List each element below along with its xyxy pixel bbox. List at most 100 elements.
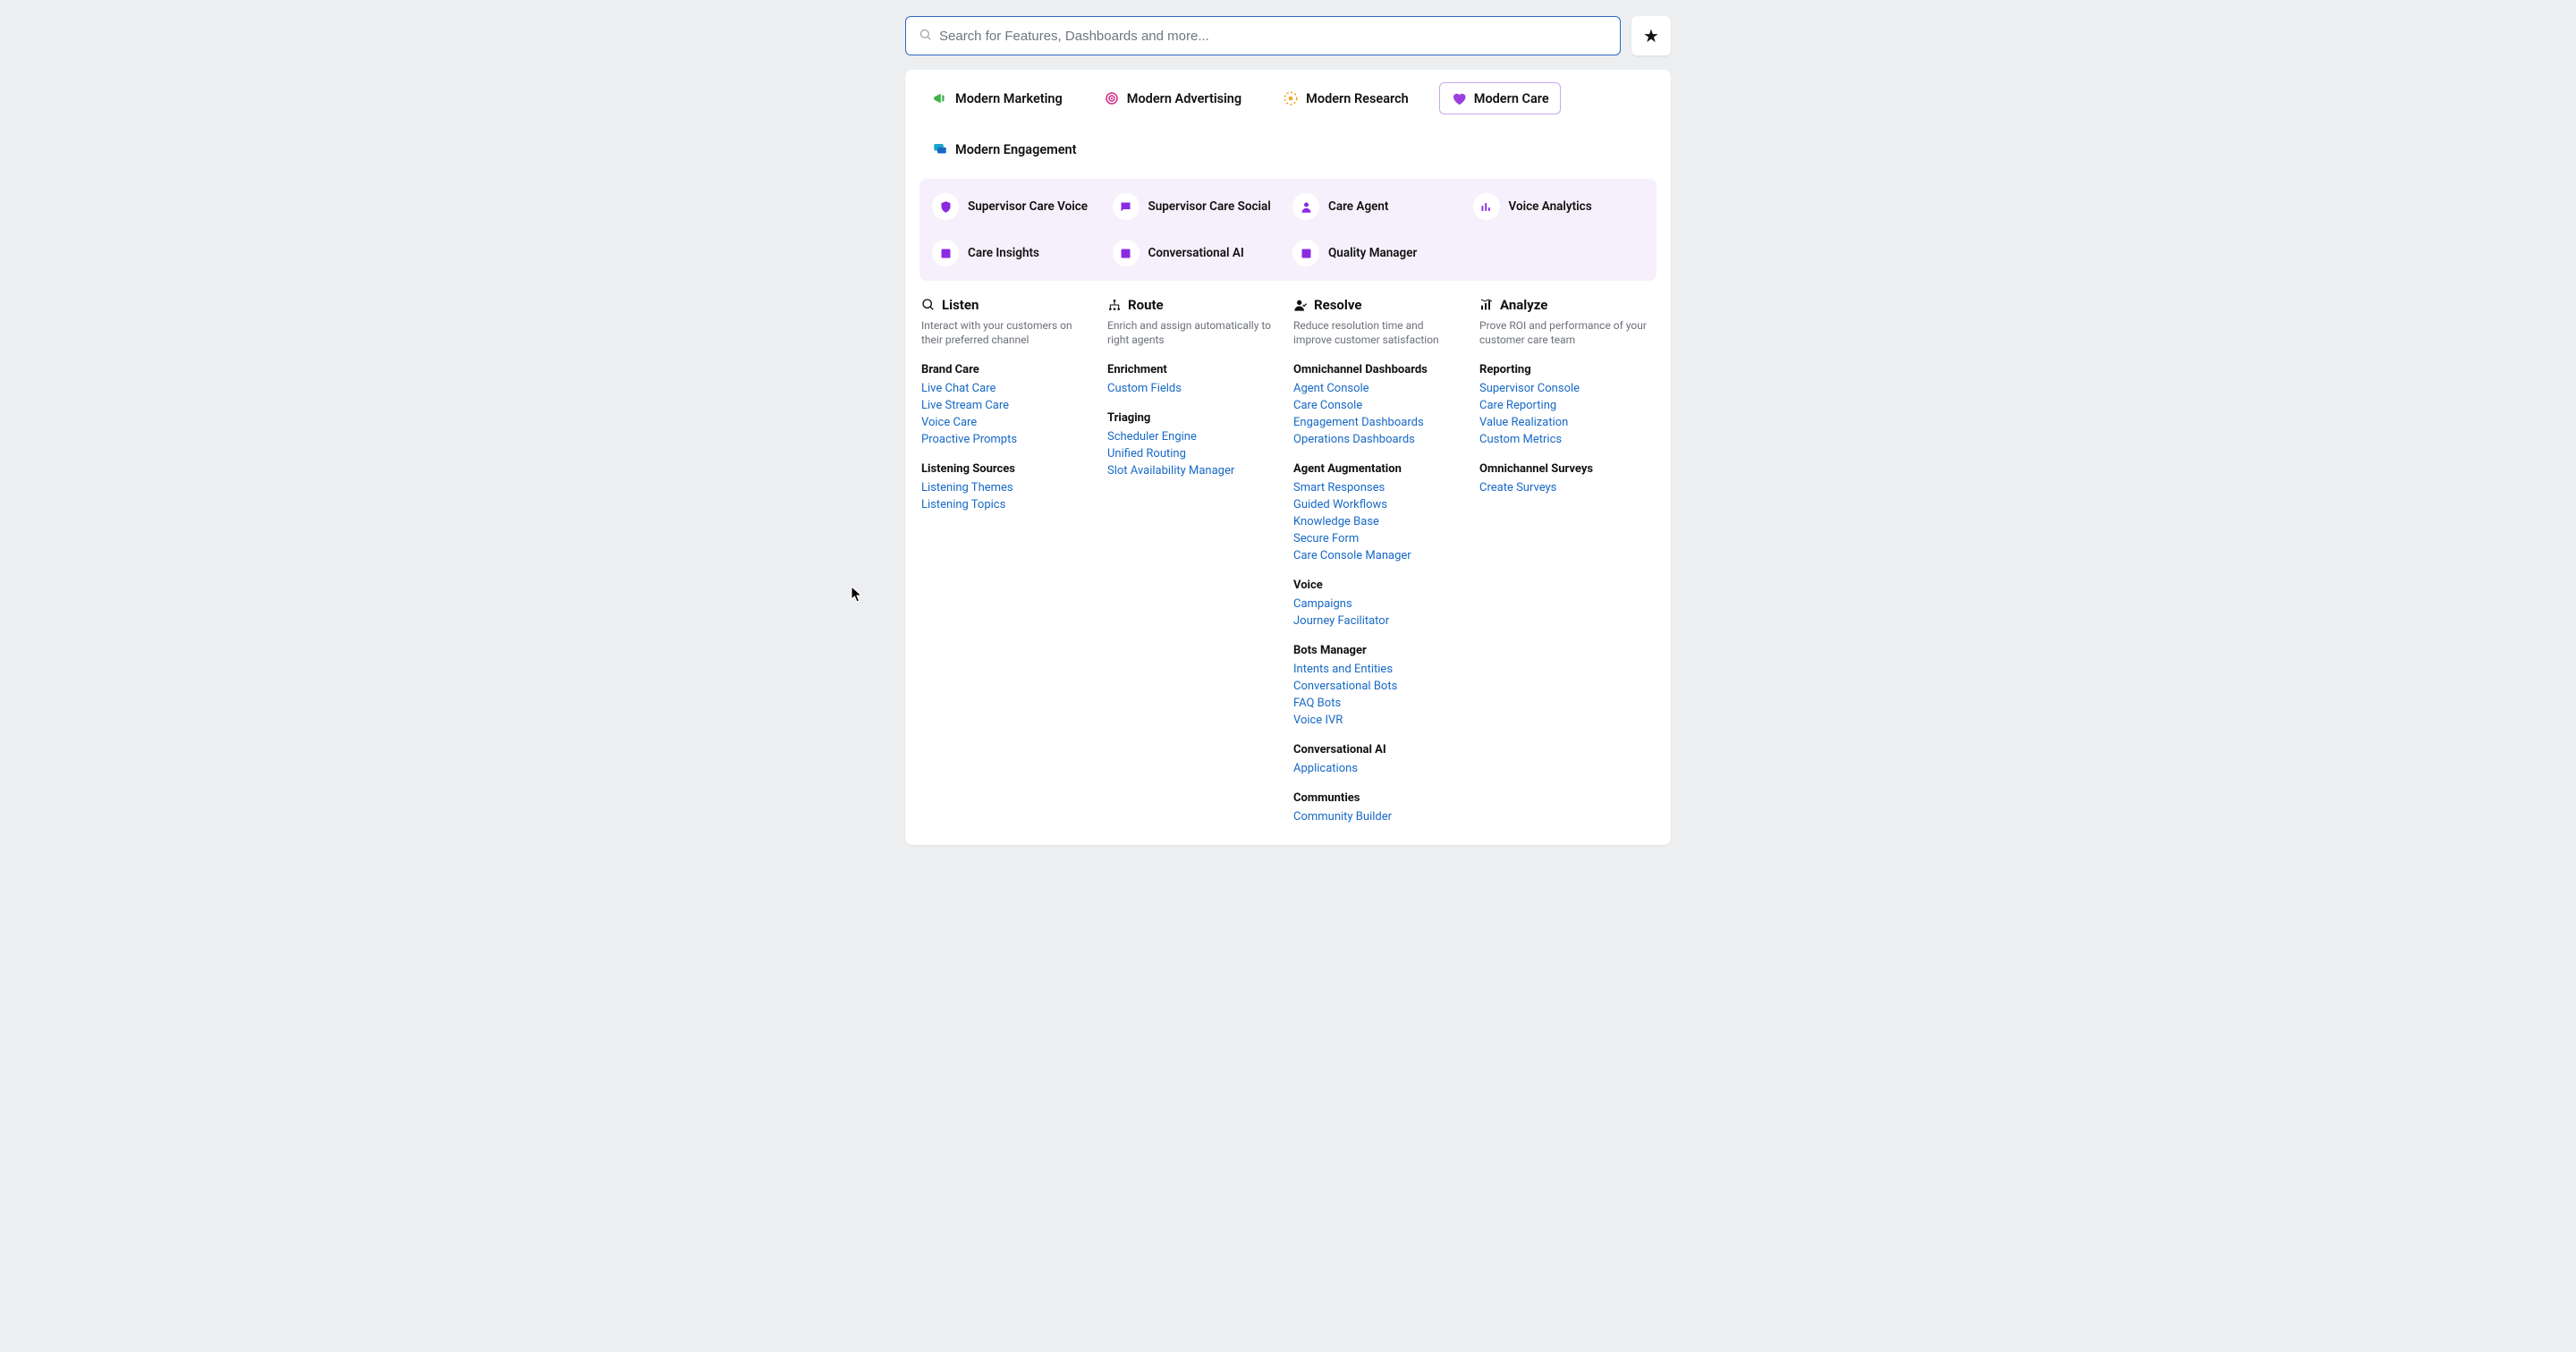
link-scheduler-engine[interactable]: Scheduler Engine [1107,430,1283,444]
link-engagement-dashboards[interactable]: Engagement Dashboards [1293,416,1469,429]
link-live-chat-care[interactable]: Live Chat Care [921,382,1097,395]
star-icon: ★ [1643,25,1659,46]
tab-label: Modern Marketing [955,91,1063,106]
link-live-stream-care[interactable]: Live Stream Care [921,399,1097,412]
link-voice-care[interactable]: Voice Care [921,416,1097,429]
link-smart-responses[interactable]: Smart Responses [1293,481,1469,494]
link-journey-facilitator[interactable]: Journey Facilitator [1293,614,1469,628]
link-campaigns[interactable]: Campaigns [1293,597,1469,611]
heart-icon [1451,90,1467,106]
shortcut-label: Quality Manager [1328,246,1417,260]
research-icon [1283,90,1299,106]
link-voice-ivr[interactable]: Voice IVR [1293,714,1469,727]
tab-modern-research[interactable]: Modern Research [1272,83,1419,114]
link-proactive-prompts[interactable]: Proactive Prompts [921,433,1097,446]
link-listening-topics[interactable]: Listening Topics [921,498,1097,511]
shortcut-conversational-ai[interactable]: Conversational AI [1113,240,1284,266]
column-head: Analyze [1479,297,1655,313]
column-title: Resolve [1314,297,1361,313]
link-slot-availability-manager[interactable]: Slot Availability Manager [1107,464,1283,477]
link-conversational-bots[interactable]: Conversational Bots [1293,680,1469,693]
link-agent-console[interactable]: Agent Console [1293,382,1469,395]
column-head: Route [1107,297,1283,313]
tab-modern-care[interactable]: Modern Care [1439,82,1561,114]
link-care-console[interactable]: Care Console [1293,399,1469,412]
link-knowledge-base[interactable]: Knowledge Base [1293,515,1469,528]
shortcut-quality-manager[interactable]: Quality Manager [1292,240,1464,266]
feature-columns: Listen Interact with your customers on t… [919,297,1657,824]
feature-shortcuts: Supervisor Care Voice Supervisor Care So… [919,179,1657,281]
group-title: Brand Care [921,363,1097,376]
link-custom-fields[interactable]: Custom Fields [1107,382,1283,395]
link-secure-form[interactable]: Secure Form [1293,532,1469,545]
person-check-icon [1293,298,1308,312]
favorites-button[interactable]: ★ [1631,16,1671,55]
group-title: Agent Augmentation [1293,462,1469,476]
column-desc: Reduce resolution time and improve custo… [1293,318,1469,347]
ai-icon [1113,240,1140,266]
link-applications[interactable]: Applications [1293,762,1469,775]
shortcut-label: Voice Analytics [1509,199,1592,214]
tab-modern-marketing[interactable]: Modern Marketing [921,83,1073,114]
search-row: ★ [905,16,1671,55]
quality-icon [1292,240,1319,266]
column-route: Route Enrich and assign automatically to… [1107,297,1283,824]
shield-icon [932,193,959,220]
column-head: Resolve [1293,297,1469,313]
link-unified-routing[interactable]: Unified Routing [1107,447,1283,461]
main-panel: Modern Marketing Modern Advertising Mode… [905,70,1671,845]
chat-icon [932,141,948,157]
group-title: Enrichment [1107,363,1283,376]
group-title: Bots Manager [1293,644,1469,657]
analytics-icon [1473,193,1500,220]
column-title: Listen [942,297,979,313]
column-title: Analyze [1500,297,1547,313]
group-title: Listening Sources [921,462,1097,476]
column-analyze: Analyze Prove ROI and performance of you… [1479,297,1655,824]
shortcut-label: Supervisor Care Voice [968,199,1088,214]
link-operations-dashboards[interactable]: Operations Dashboards [1293,433,1469,446]
link-listening-themes[interactable]: Listening Themes [921,481,1097,494]
group-title: Reporting [1479,363,1655,376]
link-create-surveys[interactable]: Create Surveys [1479,481,1655,494]
shortcut-label: Care Agent [1328,199,1388,214]
search-input[interactable] [939,29,1607,44]
group-title: Omnichannel Dashboards [1293,363,1469,376]
tab-label: Modern Care [1474,91,1549,106]
link-value-realization[interactable]: Value Realization [1479,416,1655,429]
shortcut-label: Conversational AI [1148,246,1244,260]
route-icon [1107,298,1122,312]
tab-modern-advertising[interactable]: Modern Advertising [1093,83,1252,114]
column-desc: Enrich and assign automatically to right… [1107,318,1283,347]
column-resolve: Resolve Reduce resolution time and impro… [1293,297,1469,824]
link-custom-metrics[interactable]: Custom Metrics [1479,433,1655,446]
column-title: Route [1128,297,1164,313]
search-box[interactable] [905,16,1621,55]
tab-modern-engagement[interactable]: Modern Engagement [921,134,1088,165]
link-care-reporting[interactable]: Care Reporting [1479,399,1655,412]
link-care-console-manager[interactable]: Care Console Manager [1293,549,1469,562]
globe-search-icon [921,298,936,312]
shortcut-label: Care Insights [968,246,1039,260]
shortcut-care-agent[interactable]: Care Agent [1292,193,1464,220]
shortcut-label: Supervisor Care Social [1148,199,1271,214]
shortcut-care-insights[interactable]: Care Insights [932,240,1104,266]
product-tabs: Modern Marketing Modern Advertising Mode… [919,82,1657,170]
group-title: Voice [1293,579,1469,592]
link-intents-entities[interactable]: Intents and Entities [1293,663,1469,676]
agent-icon [1292,193,1319,220]
mouse-cursor-icon [851,586,863,604]
megaphone-icon [932,90,948,106]
shortcut-supervisor-care-social[interactable]: Supervisor Care Social [1113,193,1284,220]
tab-label: Modern Engagement [955,142,1077,157]
column-head: Listen [921,297,1097,313]
tab-label: Modern Advertising [1127,91,1241,106]
link-supervisor-console[interactable]: Supervisor Console [1479,382,1655,395]
group-title: Omnichannel Surveys [1479,462,1655,476]
shortcut-voice-analytics[interactable]: Voice Analytics [1473,193,1645,220]
link-guided-workflows[interactable]: Guided Workflows [1293,498,1469,511]
shortcut-supervisor-care-voice[interactable]: Supervisor Care Voice [932,193,1104,220]
group-title: Communties [1293,791,1469,805]
link-community-builder[interactable]: Community Builder [1293,810,1469,824]
link-faq-bots[interactable]: FAQ Bots [1293,697,1469,710]
